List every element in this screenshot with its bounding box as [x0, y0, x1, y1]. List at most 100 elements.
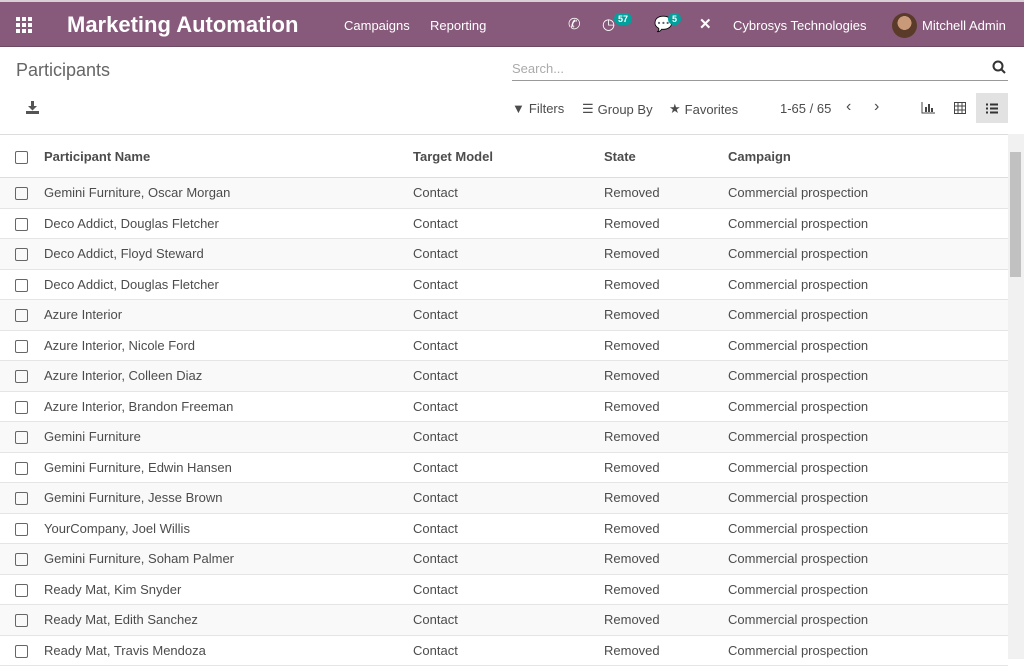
cell-campaign: Commercial prospection	[728, 208, 1008, 239]
user-menu[interactable]: Mitchell Admin	[922, 18, 1006, 33]
debug-tools-icon[interactable]: ✕	[699, 15, 712, 33]
cell-state: Removed	[604, 208, 728, 239]
search-icon[interactable]	[992, 60, 1006, 74]
cell-state: Removed	[604, 299, 728, 331]
cell-campaign: Commercial prospection	[728, 360, 1008, 392]
row-checkbox[interactable]	[15, 644, 28, 658]
row-checkbox[interactable]	[15, 583, 28, 597]
select-all-checkbox[interactable]	[15, 150, 28, 164]
cell-state: Removed	[604, 269, 728, 300]
cell-campaign: Commercial prospection	[728, 574, 1008, 605]
filters-button[interactable]: ▼ Filters	[512, 101, 564, 116]
cell-participant-name: Azure Interior, Colleen Diaz	[44, 360, 413, 392]
row-checkbox[interactable]	[15, 187, 28, 201]
cell-target-model: Contact	[413, 604, 604, 636]
row-checkbox[interactable]	[15, 278, 28, 292]
cell-target-model: Contact	[413, 238, 604, 270]
favorites-label: Favorites	[684, 101, 739, 117]
pager-previous-icon[interactable]: ‹	[846, 98, 851, 116]
cell-state: Removed	[604, 543, 728, 575]
table-row[interactable]: Gemini Furniture Contact Removed Commercial…	[0, 421, 1008, 453]
row-checkbox[interactable]	[15, 614, 28, 628]
column-target-model[interactable]: Target Model	[413, 134, 604, 178]
table-row[interactable]: Ready Mat, Travis Mendoza Contact Removed C…	[0, 635, 1008, 666]
row-checkbox[interactable]	[15, 431, 28, 445]
activity-count-badge: 57	[614, 13, 633, 25]
page-title: Participants	[16, 60, 111, 80]
cell-participant-name: Azure Interior	[44, 299, 413, 331]
cell-participant-name: Ready Mat, Travis Mendoza	[44, 635, 413, 666]
table-row[interactable]: Gemini Furniture, Edwin Hansen Contact Rem…	[0, 452, 1008, 483]
row-checkbox[interactable]	[15, 461, 28, 475]
cell-campaign: Commercial prospection	[728, 452, 1008, 483]
row-checkbox[interactable]	[15, 400, 28, 414]
table-row[interactable]: Deco Addict, Douglas Fletcher Contact Remo…	[0, 208, 1008, 239]
column-participant-name[interactable]: Participant Name	[44, 134, 413, 178]
cell-state: Removed	[604, 421, 728, 453]
row-checkbox[interactable]	[15, 339, 28, 353]
pager-next-icon[interactable]: ›	[874, 98, 879, 116]
column-state[interactable]: State	[604, 134, 728, 178]
cell-participant-name: Gemini Furniture, Oscar Morgan	[44, 177, 413, 209]
table-row[interactable]: Azure Interior, Colleen Diaz Contact Remov…	[0, 360, 1008, 392]
graph-view-icon[interactable]	[912, 93, 944, 123]
cell-target-model: Contact	[413, 513, 604, 544]
cell-participant-name: YourCompany, Joel Willis	[44, 513, 413, 544]
cell-state: Removed	[604, 360, 728, 392]
row-checkbox[interactable]	[15, 370, 28, 384]
filter-icon: ▼	[512, 101, 525, 116]
scrollbar-thumb[interactable]	[1010, 152, 1021, 277]
pager-value[interactable]: 1-65 / 65	[780, 101, 831, 116]
phone-icon[interactable]: ✆	[568, 15, 581, 33]
vertical-scrollbar[interactable]	[1008, 134, 1024, 659]
cell-state: Removed	[604, 452, 728, 483]
user-avatar[interactable]	[892, 13, 917, 38]
row-checkbox[interactable]	[15, 553, 28, 567]
cell-participant-name: Deco Addict, Douglas Fletcher	[44, 269, 413, 300]
cell-state: Removed	[604, 391, 728, 422]
cell-campaign: Commercial prospection	[728, 421, 1008, 453]
table-row[interactable]: Deco Addict, Douglas Fletcher Contact Remo…	[0, 269, 1008, 300]
company-switcher[interactable]: Cybrosys Technologies	[733, 18, 866, 33]
search-input[interactable]	[512, 57, 982, 79]
favorites-button[interactable]: ★ Favorites	[669, 101, 738, 117]
cell-state: Removed	[604, 482, 728, 514]
row-checkbox[interactable]	[15, 217, 28, 231]
group-by-button[interactable]: ☰ Group By	[582, 101, 653, 117]
table-row[interactable]: Gemini Furniture, Jesse Brown Contact Remo…	[0, 482, 1008, 514]
cell-target-model: Contact	[413, 330, 604, 361]
row-checkbox[interactable]	[15, 248, 28, 262]
table-row[interactable]: YourCompany, Joel Willis Contact Removed Co…	[0, 513, 1008, 544]
row-checkbox[interactable]	[15, 492, 28, 506]
table-row[interactable]: Azure Interior, Brandon Freeman Contact Re…	[0, 391, 1008, 422]
cell-state: Removed	[604, 177, 728, 209]
cell-campaign: Commercial prospection	[728, 391, 1008, 422]
cell-participant-name: Deco Addict, Douglas Fletcher	[44, 208, 413, 239]
menu-campaigns[interactable]: Campaigns	[344, 18, 410, 33]
app-title[interactable]: Marketing Automation	[67, 12, 298, 38]
cell-state: Removed	[604, 604, 728, 636]
table-row[interactable]: Ready Mat, Kim Snyder Contact Removed Comme…	[0, 574, 1008, 605]
cell-state: Removed	[604, 513, 728, 544]
list-bars-icon: ☰	[582, 101, 594, 116]
apps-menu-icon[interactable]	[16, 17, 34, 33]
cell-state: Removed	[604, 574, 728, 605]
row-checkbox[interactable]	[15, 522, 28, 536]
cell-campaign: Commercial prospection	[728, 238, 1008, 270]
pivot-view-icon[interactable]	[944, 93, 976, 123]
table-row[interactable]: Azure Interior, Nicole Ford Contact Remove…	[0, 330, 1008, 361]
table-row[interactable]: Azure Interior Contact Removed Commercial p…	[0, 299, 1008, 331]
list-view-icon[interactable]	[976, 93, 1008, 123]
table-row[interactable]: Gemini Furniture, Soham Palmer Contact Rem…	[0, 543, 1008, 575]
column-campaign[interactable]: Campaign	[728, 134, 1008, 178]
table-row[interactable]: Ready Mat, Edith Sanchez Contact Removed Co…	[0, 604, 1008, 636]
download-icon[interactable]	[26, 101, 39, 114]
cell-target-model: Contact	[413, 299, 604, 331]
menu-reporting[interactable]: Reporting	[430, 18, 486, 33]
cell-state: Removed	[604, 635, 728, 666]
table-row[interactable]: Deco Addict, Floyd Steward Contact Removed…	[0, 238, 1008, 270]
cell-target-model: Contact	[413, 269, 604, 300]
table-row[interactable]: Gemini Furniture, Oscar Morgan Contact Rem…	[0, 177, 1008, 209]
row-checkbox[interactable]	[15, 309, 28, 323]
cell-target-model: Contact	[413, 635, 604, 666]
